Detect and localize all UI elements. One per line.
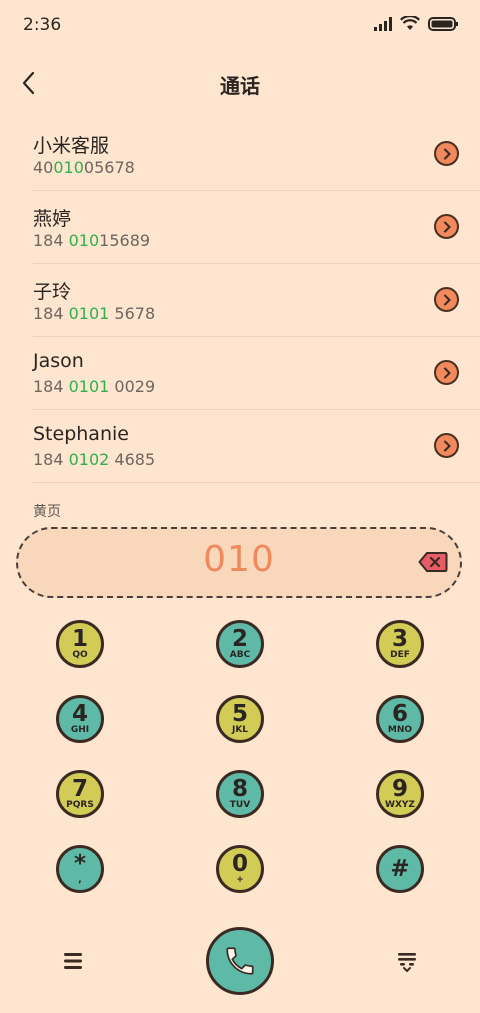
chevron-right-icon — [443, 221, 451, 232]
contact-row[interactable]: 小米客服 4001005678 — [0, 118, 480, 191]
key-8[interactable]: 8 TUV — [216, 770, 264, 818]
contact-detail-button[interactable] — [434, 287, 459, 312]
page-title: 通话 — [220, 74, 260, 98]
key-5[interactable]: 5 JKL — [216, 695, 264, 743]
header: 通话 — [0, 56, 480, 112]
menu-icon[interactable] — [60, 948, 86, 974]
key-hash[interactable]: # — [376, 845, 424, 893]
contact-number: 4001005678 — [33, 158, 135, 177]
contact-name: 小米客服 — [33, 135, 110, 157]
contact-row[interactable]: 燕婷 184 01015689 — [0, 191, 480, 264]
contact-number: 184 01015689 — [33, 231, 151, 250]
call-button[interactable] — [206, 927, 274, 995]
status-icons — [374, 16, 458, 31]
key-6[interactable]: 6 MNO — [376, 695, 424, 743]
key-star[interactable]: * , — [56, 845, 104, 893]
chevron-right-icon — [443, 294, 451, 305]
battery-icon — [428, 16, 458, 31]
contact-list: 小米客服 4001005678 燕婷 184 01015689 子玲 184 0… — [0, 118, 480, 483]
contact-detail-button[interactable] — [434, 360, 459, 385]
contact-number: 184 0102 4685 — [33, 450, 156, 469]
chevron-right-icon — [443, 440, 451, 451]
wifi-icon — [400, 16, 420, 30]
status-bar: 2:36 — [0, 0, 480, 52]
contact-number: 184 0101 5678 — [33, 304, 156, 323]
contact-name: Stephanie — [33, 423, 129, 445]
contact-detail-button[interactable] — [434, 141, 459, 166]
dial-input-text: 010 — [203, 539, 275, 580]
phone-icon — [226, 947, 254, 975]
key-7[interactable]: 7 PQRS — [56, 770, 104, 818]
contact-name: Jason — [33, 350, 84, 372]
backspace-icon[interactable] — [418, 551, 448, 573]
contact-name: 燕婷 — [33, 208, 72, 230]
contact-row[interactable]: 子玲 184 0101 5678 — [0, 264, 480, 337]
key-1[interactable]: 1 QO — [56, 620, 104, 668]
key-0[interactable]: 0 + — [216, 845, 264, 893]
signal-icon — [374, 16, 392, 31]
chevron-right-icon — [443, 367, 451, 378]
key-2[interactable]: 2 ABC — [216, 620, 264, 668]
contact-row[interactable]: Stephanie 184 0102 4685 — [0, 410, 480, 483]
dialpad-toggle-icon[interactable] — [394, 948, 420, 974]
section-label-yellow-pages: 黄页 — [33, 504, 61, 520]
dial-input[interactable]: 010 — [16, 527, 462, 598]
contact-detail-button[interactable] — [434, 433, 459, 458]
divider — [33, 482, 480, 483]
status-time: 2:36 — [23, 15, 62, 35]
chevron-right-icon — [443, 148, 451, 159]
contact-number: 184 0101 0029 — [33, 377, 156, 396]
key-9[interactable]: 9 WXYZ — [376, 770, 424, 818]
key-4[interactable]: 4 GHI — [56, 695, 104, 743]
contact-name: 子玲 — [33, 281, 72, 303]
contact-row[interactable]: Jason 184 0101 0029 — [0, 337, 480, 410]
contact-detail-button[interactable] — [434, 214, 459, 239]
key-3[interactable]: 3 DEF — [376, 620, 424, 668]
